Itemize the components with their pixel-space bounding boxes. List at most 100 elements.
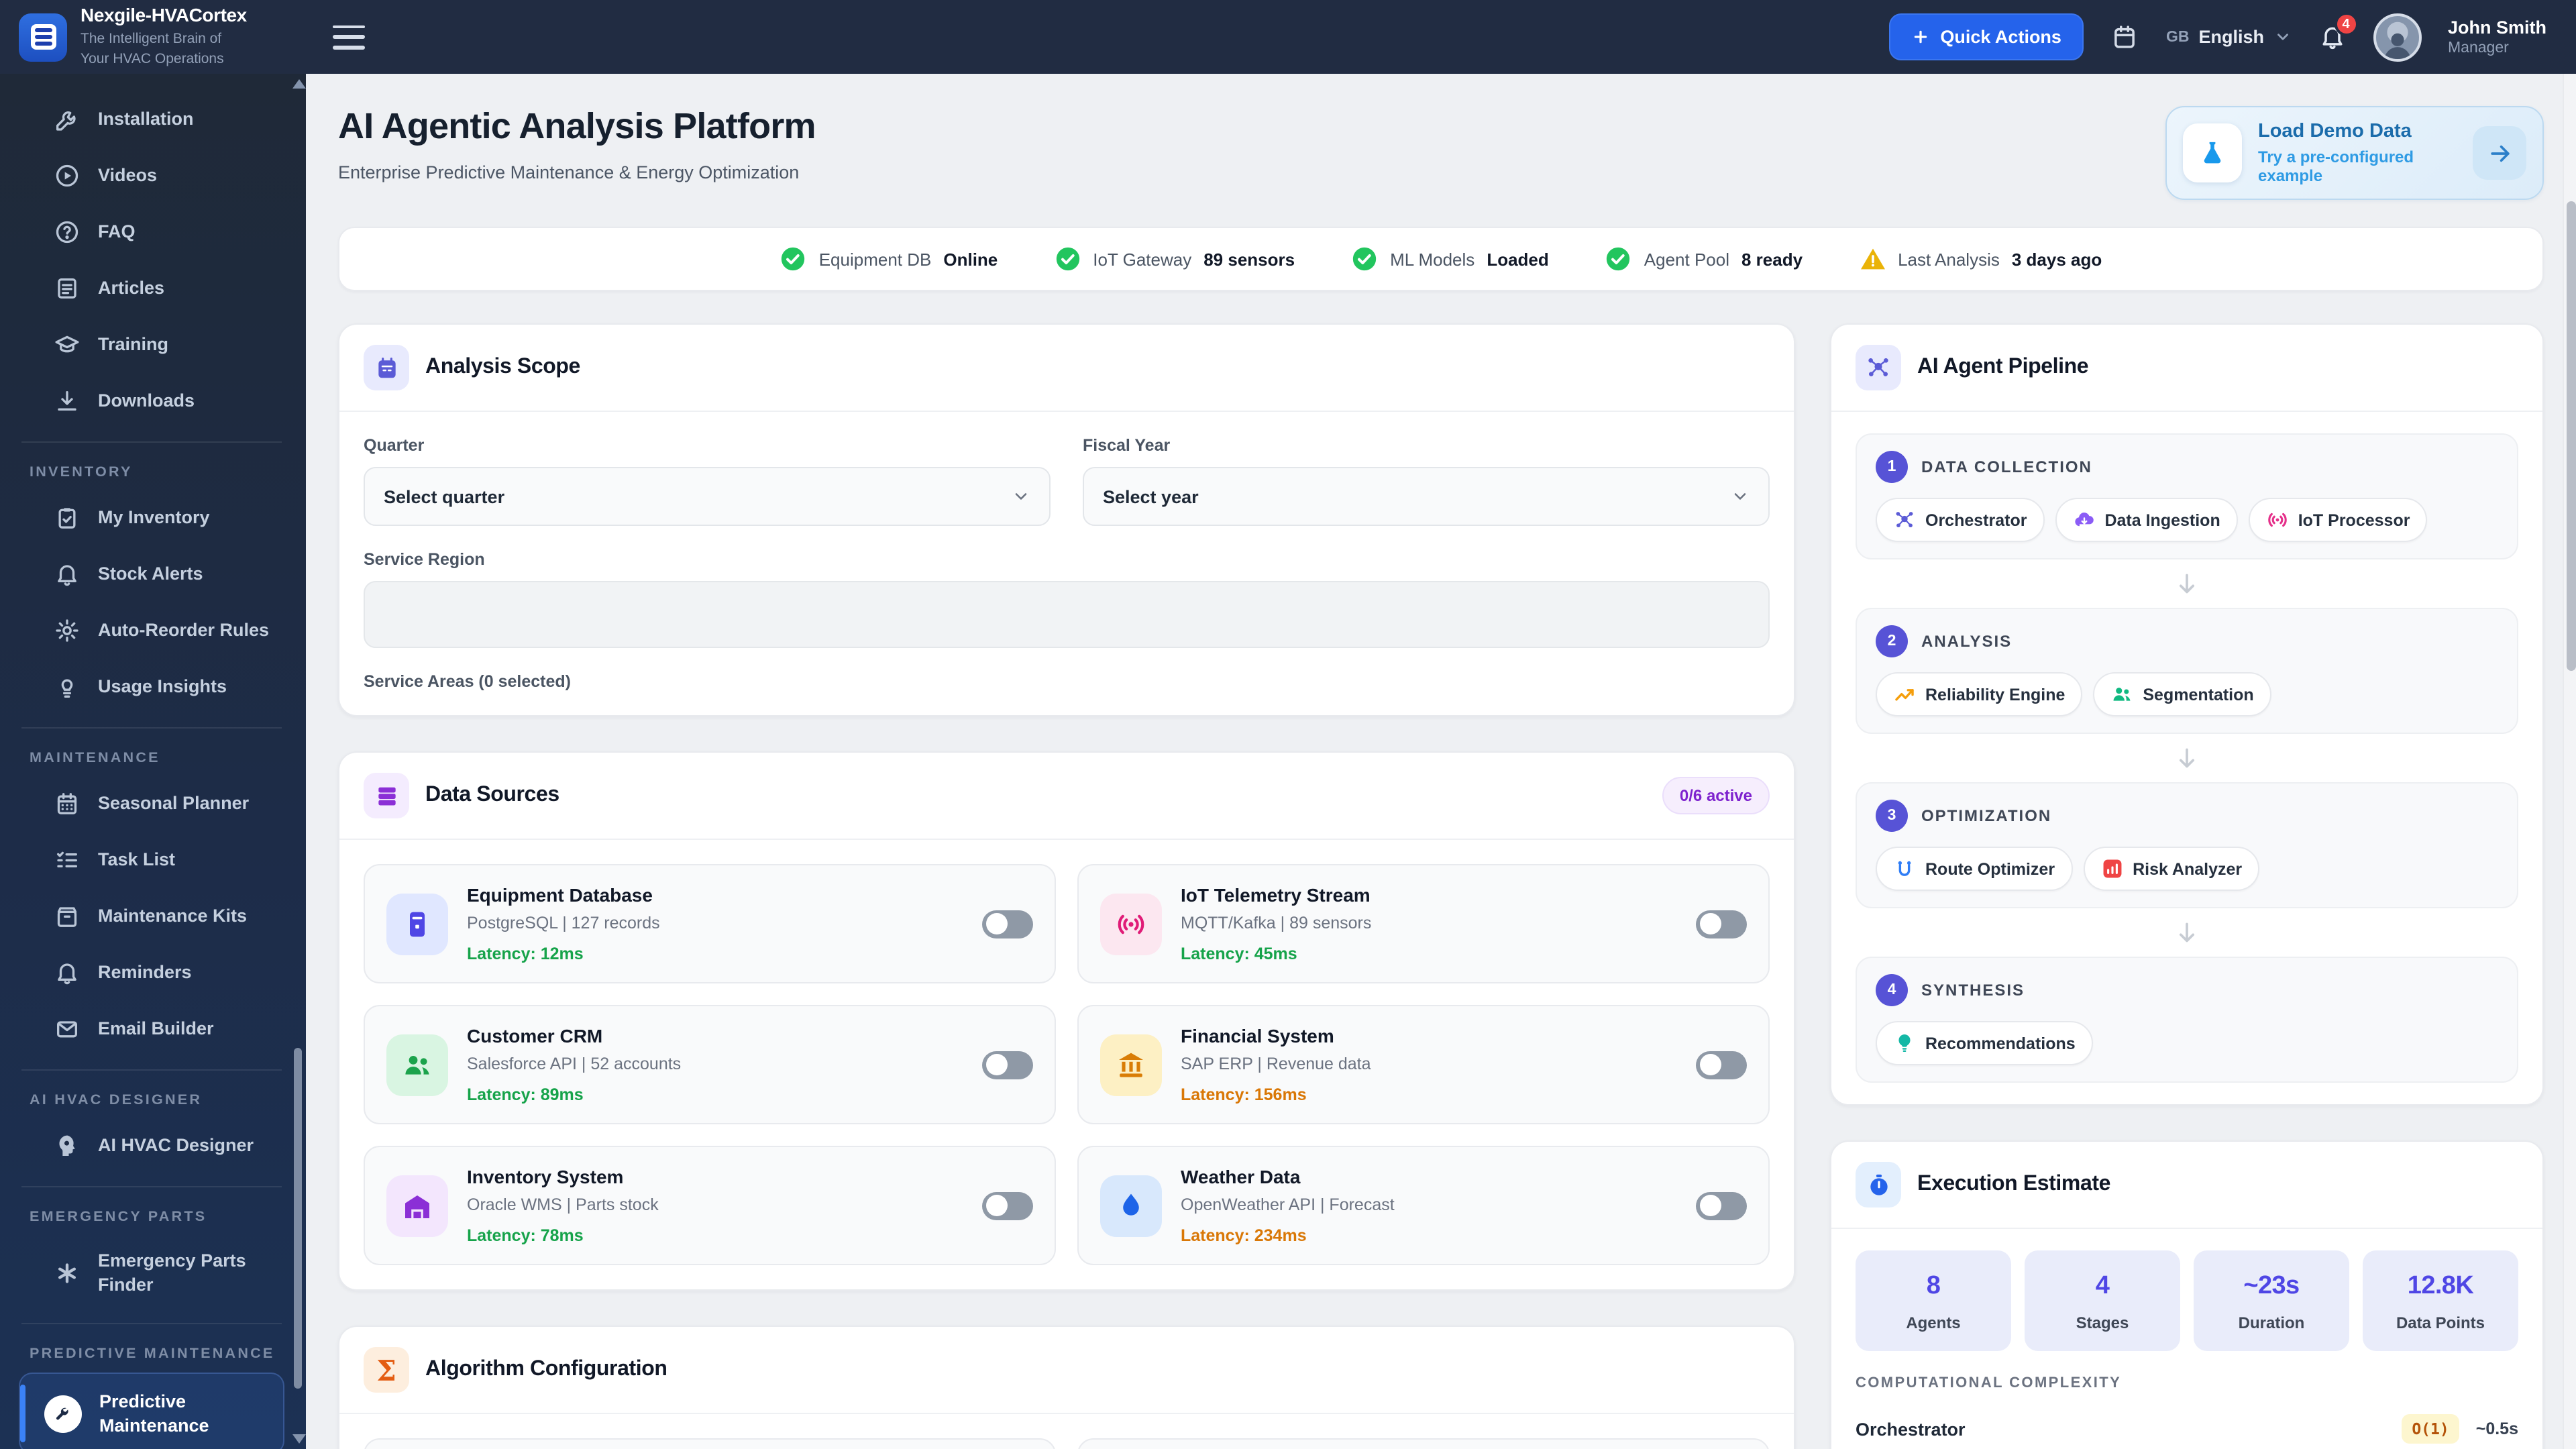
active-sources-badge: 0/6 active [1662, 777, 1770, 814]
quarter-select-value: Select quarter [384, 486, 505, 506]
warning-triangle-icon [1859, 246, 1886, 272]
user-avatar[interactable] [2373, 13, 2421, 61]
sidebar-item-ai-hvac-designer[interactable]: AI HVAC Designer [19, 1119, 284, 1173]
asterisk-icon [54, 1259, 80, 1286]
sidebar-item-downloads[interactable]: Downloads [19, 374, 284, 428]
chevron-down-icon [1012, 487, 1030, 506]
sidebar-item-auto-reorder-rules[interactable]: Auto-Reorder Rules [19, 604, 284, 657]
sidebar-item-task-list[interactable]: Task List [19, 833, 284, 887]
sidebar-item-usage-insights[interactable]: Usage Insights [19, 660, 284, 714]
stage-name: DATA COLLECTION [1921, 458, 2092, 476]
sidebar-item-label: Maintenance Kits [98, 906, 248, 926]
source-toggle[interactable] [982, 1051, 1033, 1079]
language-name: English [2198, 27, 2264, 47]
source-iot-telemetry-stream[interactable]: IoT Telemetry Stream MQTT/Kafka | 89 sen… [1077, 864, 1770, 983]
source-latency: Latency: 156ms [1181, 1085, 1307, 1104]
brand[interactable]: Nexgile-HVACortex The Intelligent Brain … [0, 0, 306, 74]
sidebar-item-label: Videos [98, 165, 158, 186]
status-equipment-db: Equipment DB Online [780, 246, 998, 272]
sidebar-item-videos[interactable]: Videos [19, 149, 284, 203]
agent-chip-risk-analyzer[interactable]: Risk Analyzer [2083, 847, 2260, 891]
arrow-right-icon[interactable] [2473, 126, 2526, 180]
card-title: Data Sources [425, 784, 559, 806]
agent-chip-route-optimizer[interactable]: Route Optimizer [1876, 847, 2073, 891]
agent-chip-iot-processor[interactable]: IoT Processor [2248, 498, 2428, 542]
radio-waves-icon [1100, 893, 1162, 955]
sidebar-item-label: Task List [98, 849, 176, 870]
sidebar-item-label: Reminders [98, 962, 192, 983]
bank-icon [1100, 1034, 1162, 1095]
sidebar-item-reminders[interactable]: Reminders [19, 946, 284, 1000]
algorithm-route-optimization[interactable]: Route Optimization O(n² × k) [1077, 1438, 1770, 1449]
source-meta: Salesforce API | 52 accounts [467, 1055, 682, 1073]
quick-actions-button[interactable]: Quick Actions [1889, 13, 2084, 60]
source-toggle[interactable] [1696, 1191, 1747, 1220]
sidebar-scrollbar[interactable] [291, 79, 306, 1444]
service-region-input[interactable] [364, 581, 1770, 648]
status-label: ML Models [1390, 249, 1475, 269]
source-equipment-database[interactable]: Equipment Database PostgreSQL | 127 reco… [364, 864, 1056, 983]
bell-icon [54, 561, 80, 588]
scroll-down-arrow-icon[interactable] [292, 1434, 306, 1444]
agent-chip-segmentation[interactable]: Segmentation [2093, 672, 2271, 716]
page-scrollbar-thumb[interactable] [2566, 201, 2575, 671]
agent-chip-data-ingestion[interactable]: Data Ingestion [2055, 498, 2238, 542]
sidebar-item-maintenance-kits[interactable]: Maintenance Kits [19, 890, 284, 943]
quarter-select[interactable]: Select quarter [364, 467, 1051, 526]
source-inventory-system[interactable]: Inventory System Oracle WMS | Parts stoc… [364, 1146, 1056, 1265]
service-areas-label: Service Areas (0 selected) [364, 672, 571, 691]
sidebar-item-stock-alerts[interactable]: Stock Alerts [19, 547, 284, 601]
algorithm-reliability-model[interactable]: Reliability Model O(n) [364, 1438, 1056, 1449]
source-customer-crm[interactable]: Customer CRM Salesforce API | 52 account… [364, 1005, 1056, 1124]
agent-chip-reliability-engine[interactable]: Reliability Engine [1876, 672, 2083, 716]
sidebar-item-my-inventory[interactable]: My Inventory [19, 491, 284, 545]
wrench-icon [54, 106, 80, 133]
sidebar-item-label: My Inventory [98, 507, 210, 528]
source-name: Inventory System [467, 1166, 624, 1187]
language-selector[interactable]: GB English [2166, 27, 2291, 47]
scroll-up-arrow-icon[interactable] [292, 79, 306, 89]
sidebar-item-emergency-parts-finder[interactable]: Emergency Parts Finder [19, 1236, 284, 1309]
sidebar-item-label: Stock Alerts [98, 564, 203, 584]
head-gear-icon [54, 1132, 80, 1159]
source-toggle[interactable] [1696, 910, 1747, 938]
load-demo-data-card[interactable]: Load Demo Data Try a pre-configured exam… [2165, 106, 2544, 200]
sidebar-item-training[interactable]: Training [19, 318, 284, 372]
sidebar-section-maintenance: MAINTENANCE [30, 750, 160, 766]
source-financial-system[interactable]: Financial System SAP ERP | Revenue data … [1077, 1005, 1770, 1124]
source-toggle[interactable] [982, 910, 1033, 938]
fiscal-year-select[interactable]: Select year [1083, 467, 1770, 526]
sidebar-item-installation[interactable]: Installation [19, 93, 284, 146]
stage-name: ANALYSIS [1921, 632, 2012, 651]
hamburger-menu-icon[interactable] [333, 25, 365, 49]
agent-chip-recommendations[interactable]: Recommendations [1876, 1021, 2093, 1065]
quick-actions-label: Quick Actions [1940, 27, 2061, 47]
sidebar-divider [21, 1186, 282, 1187]
stat-value: 12.8K [2407, 1272, 2474, 1300]
status-value: Loaded [1487, 249, 1549, 269]
notifications-button[interactable]: 4 [2318, 12, 2358, 51]
status-last-analysis: Last Analysis 3 days ago [1859, 246, 2102, 272]
complexity-name: Orchestrator [1856, 1419, 1966, 1439]
sidebar-item-predictive-maintenance[interactable]: Predictive Maintenance [19, 1373, 284, 1449]
stat-value: ~23s [2243, 1272, 2300, 1300]
card-title: Execution Estimate [1917, 1173, 2111, 1195]
source-weather-data[interactable]: Weather Data OpenWeather API | Forecast … [1077, 1146, 1770, 1265]
sidebar-item-articles[interactable]: Articles [19, 262, 284, 315]
calendar-icon[interactable] [2111, 23, 2139, 51]
sidebar-item-faq[interactable]: FAQ [19, 205, 284, 259]
page-scrollbar[interactable] [2563, 74, 2576, 1449]
gear-icon [54, 617, 80, 644]
agent-chip-orchestrator[interactable]: Orchestrator [1876, 498, 2045, 542]
sidebar-scrollbar-thumb[interactable] [294, 1048, 302, 1389]
stat-agents: 8 Agents [1856, 1250, 2011, 1351]
fiscal-year-select-value: Select year [1103, 486, 1199, 506]
source-toggle[interactable] [1696, 1051, 1747, 1079]
source-latency: Latency: 45ms [1181, 945, 1297, 963]
sidebar-item-seasonal-planner[interactable]: Seasonal Planner [19, 777, 284, 830]
sidebar-item-email-builder[interactable]: Email Builder [19, 1002, 284, 1056]
stat-value: 8 [1926, 1272, 1941, 1300]
status-label: IoT Gateway [1093, 249, 1192, 269]
box-icon [54, 903, 80, 930]
source-toggle[interactable] [982, 1191, 1033, 1220]
